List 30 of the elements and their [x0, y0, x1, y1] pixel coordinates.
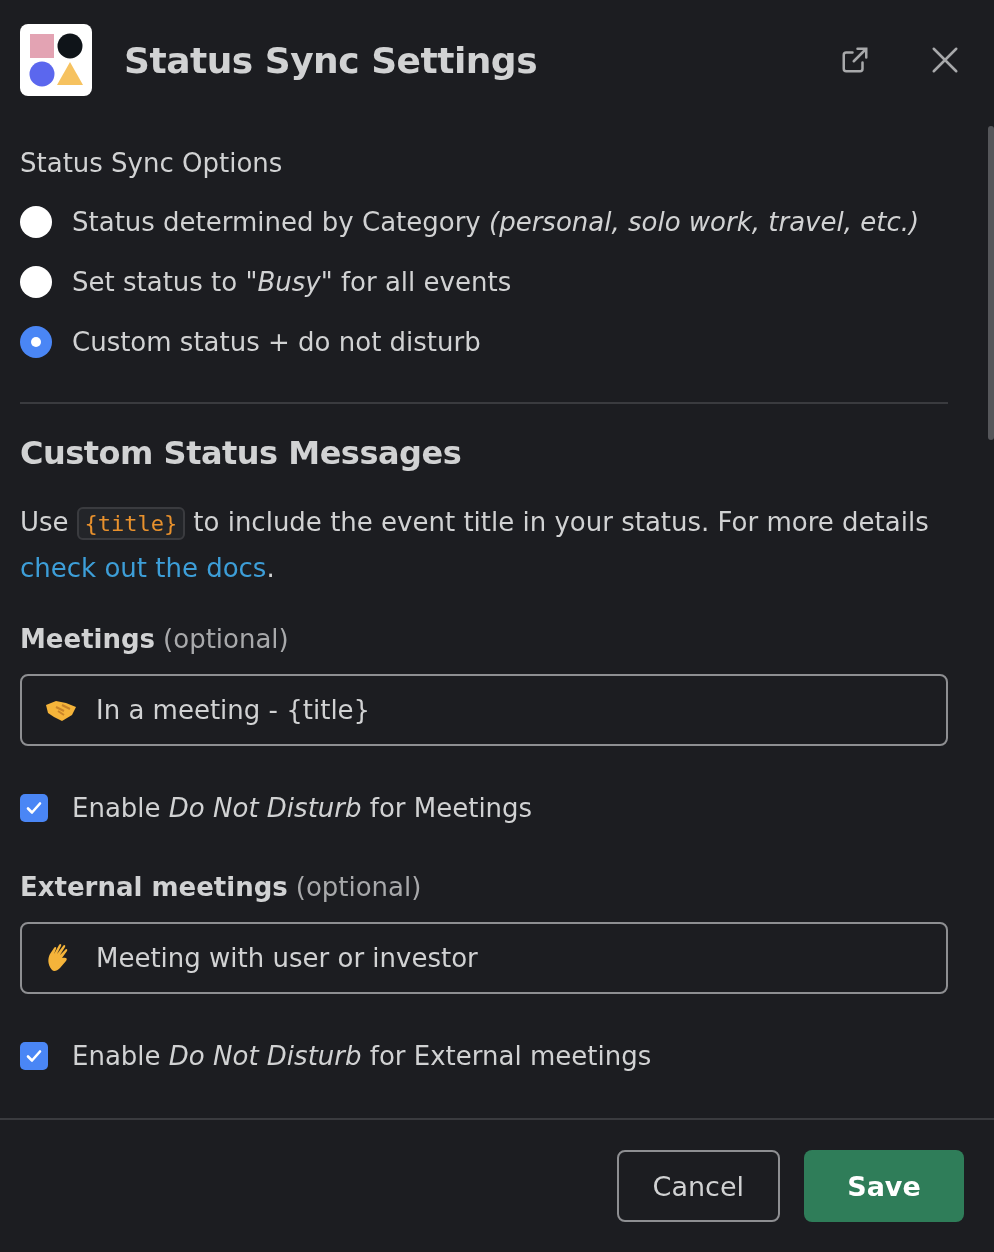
cancel-button[interactable]: Cancel — [616, 1150, 780, 1222]
app-logo — [20, 24, 92, 96]
status-input-field[interactable]: Meeting with user or investor — [20, 922, 948, 994]
checkmark-icon — [25, 1047, 43, 1065]
section-label: Status Sync Options — [20, 148, 284, 178]
docs-link[interactable]: check out the docs — [20, 553, 267, 583]
radio-button[interactable] — [20, 326, 52, 358]
field-label: Meetings — [20, 624, 156, 654]
field-label: External meetings — [20, 872, 288, 902]
period-text: . — [266, 553, 275, 583]
checkmark-icon — [25, 799, 43, 817]
option-label: Custom status + do not disturb — [72, 327, 481, 357]
radio-button[interactable] — [20, 266, 52, 298]
status-input-field[interactable]: In a meeting - {title} — [20, 674, 948, 746]
optional-hint: (optional) — [295, 872, 422, 902]
radio-button[interactable] — [20, 206, 52, 238]
section-heading: Custom Status Messages — [20, 434, 463, 472]
checkbox[interactable] — [20, 794, 48, 822]
option-label: Status determined by Category (personal, solo work, travel, etc.) — [72, 207, 920, 237]
intro-text: Use — [20, 507, 69, 537]
intro-text: to include the event title in your status. For more details — [193, 507, 929, 537]
option-label: Set status to "Busy" for all events — [72, 267, 512, 297]
save-button[interactable]: Save — [804, 1150, 964, 1222]
checkbox[interactable] — [20, 1042, 48, 1070]
dialog-title: Status Sync Settings — [124, 39, 539, 81]
checkbox-label: Enable Do Not Disturb for Meetings — [72, 793, 533, 823]
scrollbar[interactable] — [988, 126, 994, 440]
optional-hint: (optional) — [163, 624, 289, 654]
code-snippet: {title} — [76, 507, 186, 540]
checkbox-label: Enable Do Not Disturb for External meetings — [72, 1041, 652, 1071]
